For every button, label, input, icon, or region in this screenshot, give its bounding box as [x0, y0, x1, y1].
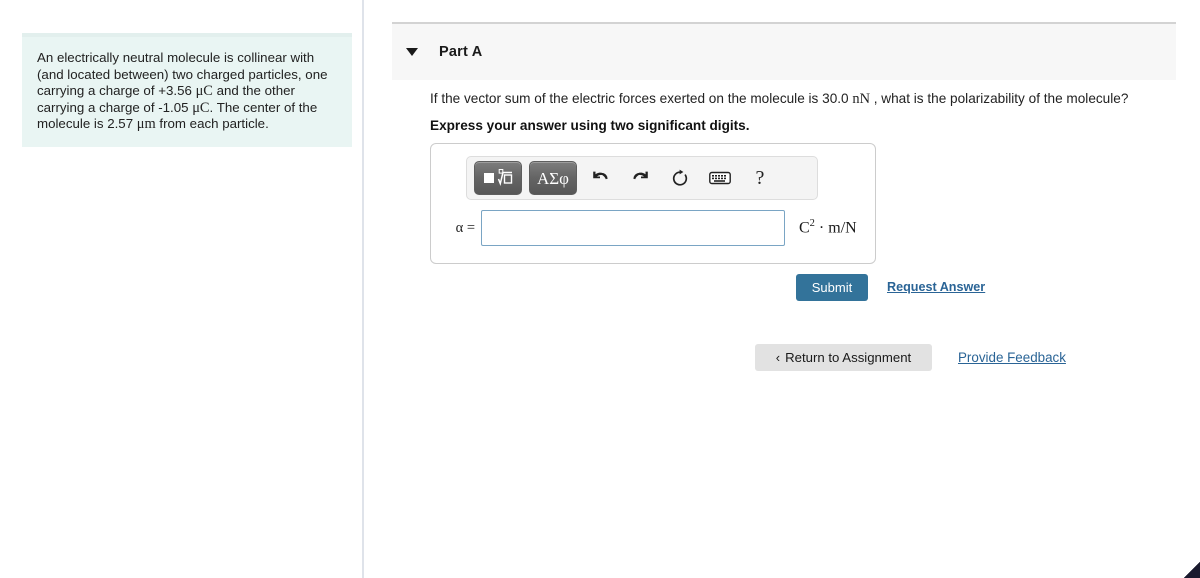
- resize-handle[interactable]: [1184, 562, 1200, 578]
- units-base: C: [799, 219, 810, 237]
- answer-instruction: Express your answer using two significan…: [430, 118, 750, 133]
- part-title: Part A: [439, 44, 483, 60]
- provide-feedback-link[interactable]: Provide Feedback: [958, 350, 1066, 365]
- question-text-after: , what is the polarizability of the mole…: [869, 91, 1129, 106]
- answer-panel: ΑΣφ ? α = C2 · m/N: [430, 143, 876, 264]
- part-a-header[interactable]: Part A: [392, 22, 1176, 80]
- redo-icon[interactable]: [623, 163, 657, 193]
- question-pane: Part A If the vector sum of the electric…: [364, 0, 1200, 578]
- redo-arrow-glyph: [632, 171, 648, 180]
- math-toolbar: ΑΣφ ?: [466, 156, 818, 200]
- question-force-unit: nN: [852, 91, 870, 107]
- greek-symbols-label: ΑΣφ: [537, 168, 569, 188]
- help-icon[interactable]: ?: [743, 163, 777, 193]
- triangle-down-icon[interactable]: [406, 48, 418, 56]
- problem-text-4: from each particle.: [155, 116, 269, 132]
- keyboard-glyph: [709, 171, 731, 185]
- answer-units: C2 · m/N: [799, 218, 857, 237]
- problem-statement-box: An electrically neutral molecule is coll…: [22, 33, 352, 147]
- question-text: If the vector sum of the electric forces…: [430, 91, 1190, 108]
- undo-icon[interactable]: [583, 163, 617, 193]
- return-to-assignment-button[interactable]: ‹ Return to Assignment: [755, 344, 932, 371]
- undo-arrow-glyph: [592, 171, 608, 180]
- submit-button[interactable]: Submit: [796, 274, 868, 301]
- problem-sidebar: An electrically neutral molecule is coll…: [0, 0, 363, 578]
- return-to-assignment-label: Return to Assignment: [785, 350, 912, 365]
- problem-unit-1: μC: [195, 83, 213, 100]
- reset-circular-arrow-glyph: [672, 169, 688, 186]
- units-rest: · m/N: [814, 219, 857, 237]
- math-template-button[interactable]: [474, 161, 522, 195]
- problem-unit-3: μm: [136, 116, 156, 133]
- help-question-mark: ?: [755, 167, 765, 189]
- problem-unit-2: μC: [192, 99, 210, 116]
- request-answer-link[interactable]: Request Answer: [887, 280, 985, 294]
- chevron-left-icon: ‹: [775, 350, 781, 365]
- answer-row: α = C2 · m/N: [431, 210, 875, 246]
- answer-input[interactable]: [481, 210, 785, 246]
- greek-symbols-button[interactable]: ΑΣφ: [529, 161, 577, 195]
- reset-icon[interactable]: [663, 163, 697, 193]
- keyboard-icon[interactable]: [703, 163, 737, 193]
- question-text-before: If the vector sum of the electric forces…: [430, 91, 853, 106]
- template-icon: [484, 169, 513, 186]
- alpha-label: α =: [455, 219, 475, 236]
